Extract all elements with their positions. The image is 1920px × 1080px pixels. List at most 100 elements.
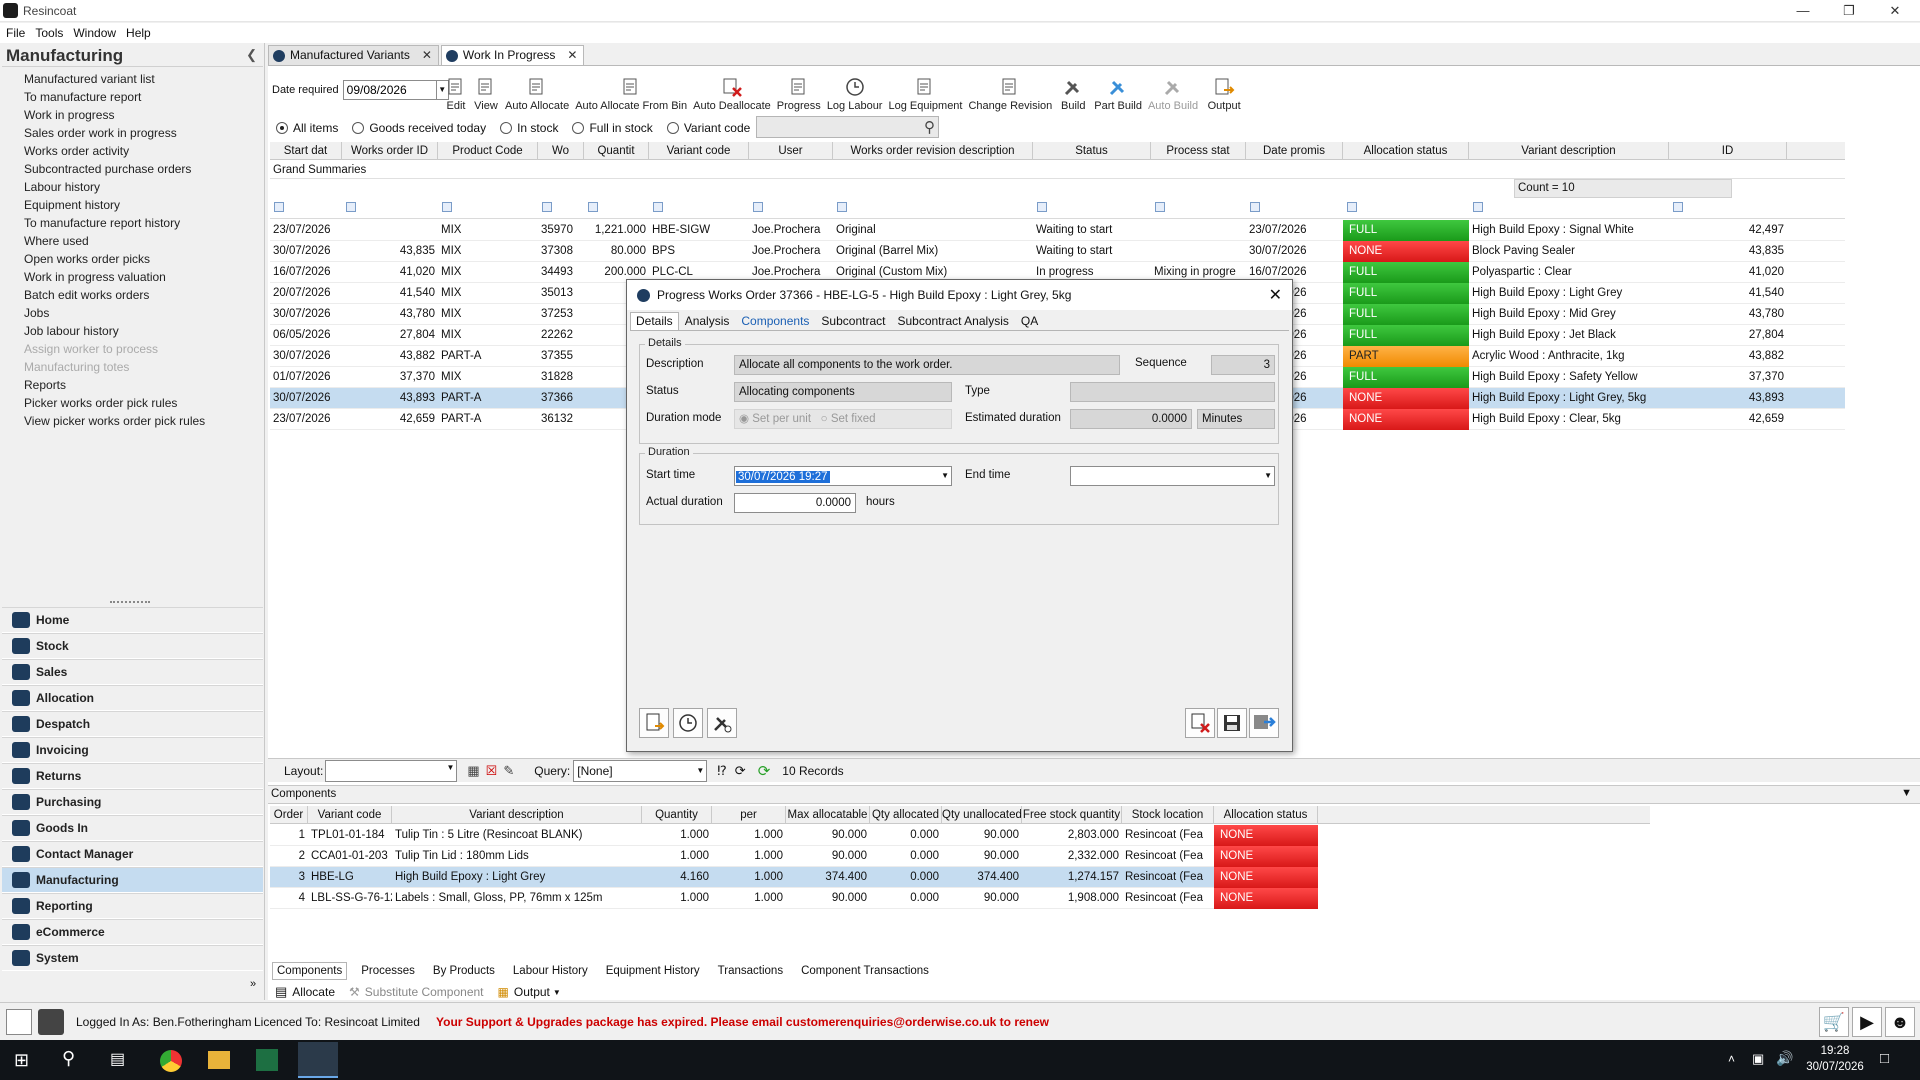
query-select[interactable]: [None] ▼ — [573, 759, 708, 782]
toolbar-output-button[interactable]: Output — [1204, 76, 1244, 112]
components-column-quantity[interactable]: Quantity — [642, 806, 712, 824]
table-row[interactable]: 23/07/2026 MIX 35970 1,221.000 HBE-SIGW Joe.P… — [270, 220, 1845, 241]
log-equipment-button[interactable] — [707, 708, 737, 738]
menu-window[interactable]: Window — [73, 23, 116, 43]
left-link-equipment-history[interactable]: Equipment history — [24, 196, 259, 214]
left-link-labour-history[interactable]: Labour history — [24, 178, 259, 196]
user-status-icon[interactable] — [6, 1009, 32, 1035]
tab-manufactured-variants[interactable]: Manufactured Variants ✕ — [268, 45, 439, 65]
column-filter-icon[interactable] — [1250, 202, 1260, 212]
column-header-user[interactable]: User — [749, 142, 833, 160]
toolbar-progress-button[interactable]: Progress — [777, 76, 821, 112]
clear-layout-icon[interactable]: ☒ — [486, 763, 498, 779]
toolbar-edit-button[interactable]: Edit — [445, 76, 467, 112]
nav-allocation[interactable]: Allocation — [2, 685, 263, 711]
end-time-dropdown-icon[interactable]: ▼ — [1264, 467, 1272, 485]
close-tab-icon[interactable]: ✕ — [422, 46, 432, 65]
file-explorer-icon[interactable] — [208, 1051, 230, 1069]
allocate-button[interactable]: Allocate — [292, 985, 335, 999]
nav-sales[interactable]: Sales — [2, 659, 263, 685]
table-row[interactable]: 30/07/2026 43,835 MIX 37308 80.000 BPS Joe.Pro… — [270, 241, 1845, 262]
start-time-dropdown-icon[interactable]: ▼ — [941, 467, 949, 485]
components-column-max-allocatable[interactable]: Max allocatable — [786, 806, 870, 824]
components-column-order[interactable]: Order — [270, 806, 308, 824]
grid-options-icon[interactable]: ▦ — [467, 763, 479, 779]
minimize-icon[interactable]: — — [1780, 0, 1826, 22]
nav-reporting[interactable]: Reporting — [2, 893, 263, 919]
tray-chevron-icon[interactable]: ˄ — [1728, 1052, 1735, 1066]
collapse-icon[interactable]: ❮ — [246, 47, 257, 63]
output-menu-button[interactable]: Output — [514, 985, 550, 999]
components-column-stock-location[interactable]: Stock location — [1122, 806, 1214, 824]
toolbar-auto-allocate-from-bin-button[interactable]: Auto Allocate From Bin — [575, 76, 687, 112]
left-link-works-order-activity[interactable]: Works order activity — [24, 142, 259, 160]
components-column-per[interactable]: per — [712, 806, 786, 824]
left-link-to-manufacture-report[interactable]: To manufacture report — [24, 88, 259, 106]
user-icon[interactable]: ☻ — [1885, 1007, 1915, 1037]
task-view-icon[interactable]: ▤ — [110, 1049, 125, 1069]
save-and-progress-button[interactable] — [1249, 708, 1279, 738]
output-button[interactable] — [639, 708, 669, 738]
components-column-variant-code[interactable]: Variant code — [308, 806, 392, 824]
column-header-product-code[interactable]: Product Code — [438, 142, 538, 160]
nav-expand-icon[interactable]: » — [250, 978, 256, 990]
column-header-wo[interactable]: Wo — [538, 142, 584, 160]
filter-full-in-stock-radio[interactable]: Full in stock — [572, 121, 653, 135]
filter-search-box[interactable]: ⚲ — [756, 116, 939, 138]
column-filter-icon[interactable] — [1347, 202, 1357, 212]
cancel-button[interactable] — [1185, 708, 1215, 738]
left-link-picker-works-order-pick-rules[interactable]: Picker works order pick rules — [24, 394, 259, 412]
column-header-quantit[interactable]: Quantit — [584, 142, 649, 160]
column-header-status[interactable]: Status — [1033, 142, 1151, 160]
nav-invoicing[interactable]: Invoicing — [2, 737, 263, 763]
toolbar-build-button[interactable]: Build — [1058, 76, 1088, 112]
column-filter-icon[interactable] — [542, 202, 552, 212]
tab-work-in-progress[interactable]: Work In Progress ✕ — [440, 45, 585, 65]
date-required-input[interactable] — [342, 80, 437, 100]
volume-icon[interactable]: 🔊 — [1776, 1050, 1793, 1067]
components-column-allocation-status[interactable]: Allocation status — [1214, 806, 1318, 824]
tab-subcontract[interactable]: Subcontract — [815, 312, 891, 330]
resincoat-taskbar-icon[interactable] — [298, 1042, 338, 1078]
components-column-qty-allocated[interactable]: Qty allocated — [870, 806, 942, 824]
chrome-icon[interactable] — [160, 1050, 182, 1072]
end-time-input[interactable]: ▼ — [1070, 466, 1275, 486]
nav-purchasing[interactable]: Purchasing — [2, 789, 263, 815]
column-filter-icon[interactable] — [837, 202, 847, 212]
layout-select[interactable]: ▼ — [325, 759, 458, 782]
column-filter-icon[interactable] — [753, 202, 763, 212]
toolbar-auto-deallocate-button[interactable]: Auto Deallocate — [693, 76, 771, 112]
toolbar-part-build-button[interactable]: Part Build — [1094, 76, 1142, 112]
components-column-qty-unallocated[interactable]: Qty unallocated — [942, 806, 1022, 824]
components-column-free-stock-quantity[interactable]: Free stock quantity — [1022, 806, 1122, 824]
save-button[interactable] — [1217, 708, 1247, 738]
left-link-work-in-progress-valuation[interactable]: Work in progress valuation — [24, 268, 259, 286]
tab-components[interactable]: Components — [735, 312, 815, 330]
edit-layout-icon[interactable]: ✎ — [503, 763, 514, 779]
column-filter-icon[interactable] — [274, 202, 284, 212]
bottom-tab-component-transactions[interactable]: Component Transactions — [797, 963, 933, 979]
left-link-open-works-order-picks[interactable]: Open works order picks — [24, 250, 259, 268]
bottom-tab-processes[interactable]: Processes — [357, 963, 419, 979]
left-link-subcontracted-purchase-orders[interactable]: Subcontracted purchase orders — [24, 160, 259, 178]
tab-qa[interactable]: QA — [1015, 312, 1044, 330]
column-filter-icon[interactable] — [442, 202, 452, 212]
bottom-tab-transactions[interactable]: Transactions — [714, 963, 787, 979]
table-row[interactable]: 3 HBE-LG High Build Epoxy : Light Grey 4.16… — [270, 867, 1318, 888]
column-header-start-dat[interactable]: Start dat — [270, 142, 342, 160]
toolbar-view-button[interactable]: View — [473, 76, 499, 112]
excel-icon[interactable] — [256, 1049, 278, 1071]
bottom-tab-labour-history[interactable]: Labour History — [509, 963, 592, 979]
log-labour-button[interactable] — [673, 708, 703, 738]
close-icon[interactable]: ✕ — [1872, 0, 1918, 22]
column-header-id[interactable]: ID — [1669, 142, 1787, 160]
menu-tools[interactable]: Tools — [35, 23, 63, 43]
left-link-job-labour-history[interactable]: Job labour history — [24, 322, 259, 340]
query-edit-icon[interactable]: ⟳ — [735, 763, 746, 779]
table-row[interactable]: 4 LBL-SS-G-76-12 Labels : Small, Gloss, PP… — [270, 888, 1318, 909]
column-header-date-promis[interactable]: Date promis — [1246, 142, 1343, 160]
substitute-component-button[interactable]: Substitute Component — [365, 985, 484, 999]
notification-icon[interactable]: □ — [1880, 1050, 1889, 1067]
filter-in-stock-radio[interactable]: In stock — [500, 121, 558, 135]
bottom-tab-equipment-history[interactable]: Equipment History — [602, 963, 704, 979]
